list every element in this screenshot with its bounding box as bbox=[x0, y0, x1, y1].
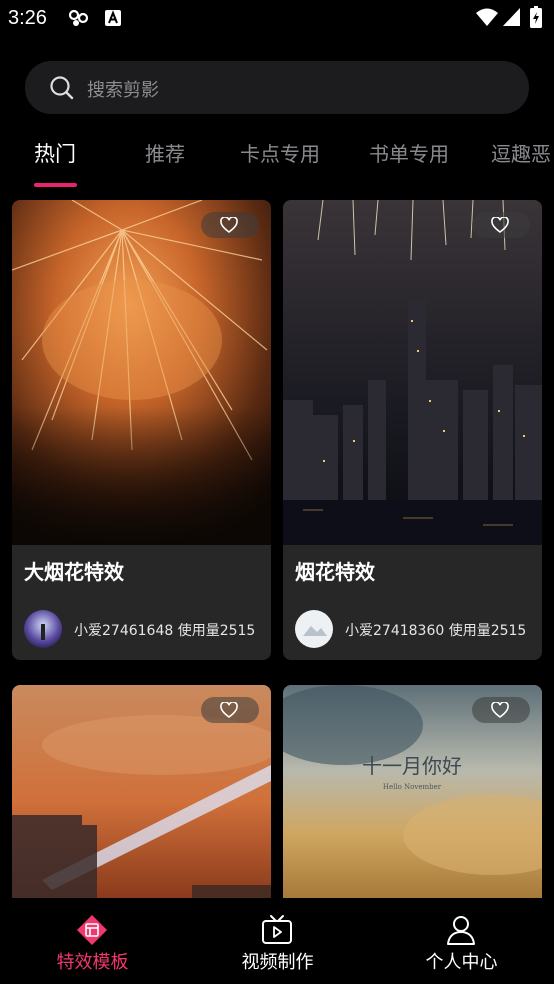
tv-icon bbox=[262, 915, 292, 944]
favorite-button[interactable] bbox=[472, 212, 530, 238]
card-meta: 小爱27461648 使用量2515 bbox=[74, 623, 256, 639]
avatar bbox=[295, 610, 333, 648]
person-icon bbox=[447, 916, 475, 945]
favorite-button[interactable] bbox=[201, 697, 259, 723]
heart-icon bbox=[220, 702, 238, 718]
heart-icon bbox=[491, 217, 509, 233]
tab-booklist[interactable]: 书单专用 bbox=[369, 138, 449, 167]
bottom-nav: 特效模板 视频制作 个人中心 bbox=[0, 898, 554, 984]
nav-item-profile[interactable]: 个人中心 bbox=[369, 898, 554, 984]
heart-icon bbox=[220, 217, 238, 233]
signal-icon bbox=[503, 8, 520, 26]
search-icon bbox=[50, 76, 74, 100]
nav-label: 特效模板 bbox=[56, 952, 129, 973]
card-title: 烟花特效 bbox=[295, 560, 375, 584]
thumb-subtext: Hello November bbox=[383, 783, 442, 791]
card-title: 大烟花特效 bbox=[24, 560, 124, 584]
battery-icon bbox=[530, 6, 542, 28]
thumb-text: 十一月你好 bbox=[362, 754, 462, 778]
nav-label: 个人中心 bbox=[425, 952, 498, 973]
avatar bbox=[24, 610, 62, 648]
card-meta: 小爱27418360 使用量2515 bbox=[345, 623, 527, 639]
search-placeholder: 搜索剪影 bbox=[87, 80, 159, 101]
tab-funny[interactable]: 逗趣恶 bbox=[491, 138, 551, 167]
tab-indicator bbox=[34, 183, 77, 187]
wifi-icon bbox=[476, 8, 498, 26]
fireworks-thumbnail bbox=[12, 200, 271, 545]
template-icon bbox=[77, 915, 107, 945]
status-bar: 3:26 bbox=[0, 0, 554, 38]
search-input[interactable]: 搜索剪影 bbox=[25, 61, 529, 114]
favorite-button[interactable] bbox=[201, 212, 259, 238]
tab-hot[interactable]: 热门 bbox=[34, 138, 76, 168]
template-card[interactable]: 大烟花特效 小爱27461648 使用量2515 bbox=[12, 200, 271, 660]
people-icon bbox=[68, 9, 89, 26]
template-card[interactable]: 烟花特效 小爱27418360 使用量2515 bbox=[283, 200, 542, 660]
template-card[interactable]: 十一月你好 Hello November bbox=[283, 685, 542, 898]
tab-recommend[interactable]: 推荐 bbox=[145, 138, 185, 167]
template-card[interactable] bbox=[12, 685, 271, 898]
status-time: 3:26 bbox=[8, 7, 47, 29]
nav-item-video[interactable]: 视频制作 bbox=[185, 898, 370, 984]
tab-beat-sync[interactable]: 卡点专用 bbox=[240, 138, 320, 167]
favorite-button[interactable] bbox=[472, 697, 530, 723]
city-fireworks-thumbnail bbox=[283, 200, 542, 545]
heart-icon bbox=[491, 702, 509, 718]
category-tabs: 热门 推荐 卡点专用 书单专用 逗趣恶 bbox=[0, 130, 554, 190]
nav-item-templates[interactable]: 特效模板 bbox=[0, 898, 185, 984]
text-a-icon bbox=[105, 10, 121, 26]
nav-label: 视频制作 bbox=[241, 952, 314, 973]
